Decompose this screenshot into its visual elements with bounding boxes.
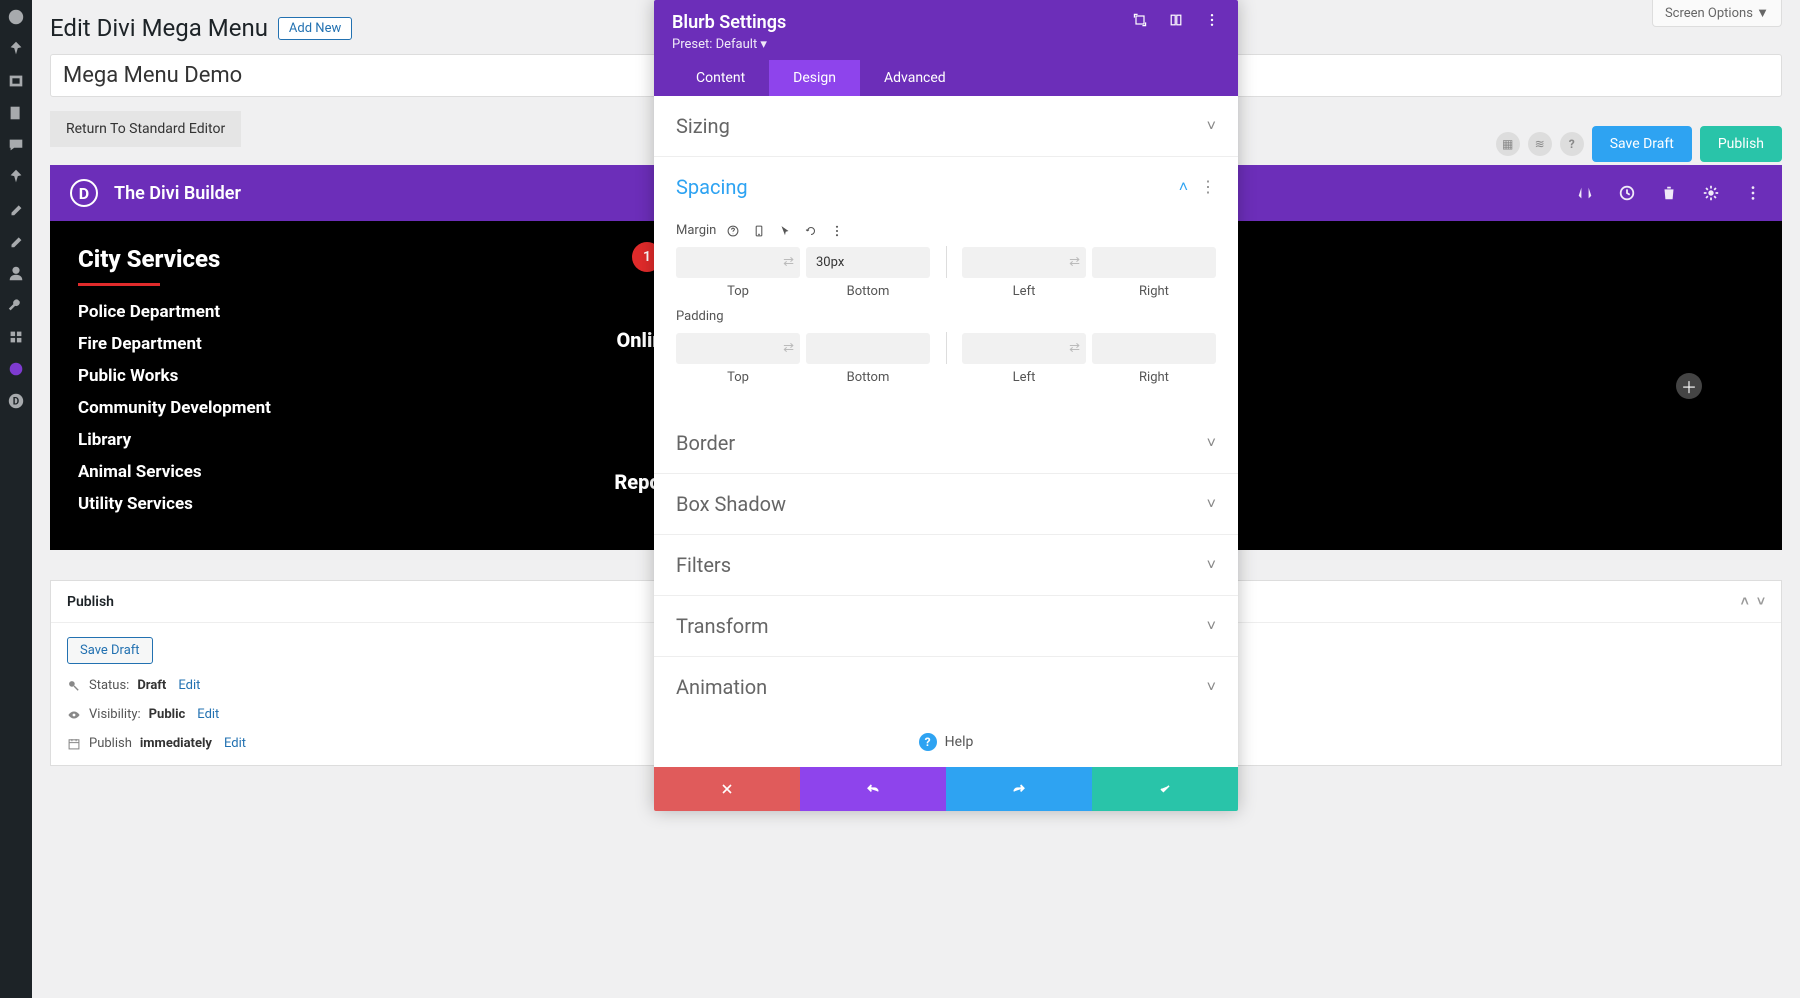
margin-left-input[interactable] — [962, 247, 1086, 278]
divi-icon[interactable] — [7, 360, 25, 378]
list-item[interactable]: Community Development — [78, 398, 302, 418]
builder-title: The Divi Builder — [114, 183, 241, 204]
padding-top-input[interactable] — [676, 333, 800, 364]
chevron-down-icon: ˅ — [1207, 555, 1216, 575]
link-icon[interactable]: ⇄ — [1069, 341, 1080, 356]
cancel-button[interactable] — [654, 767, 800, 811]
more-icon[interactable] — [1204, 12, 1220, 28]
pin-icon[interactable] — [7, 40, 25, 58]
appearance-icon[interactable] — [7, 200, 25, 218]
list-item[interactable]: Public Works — [78, 366, 302, 386]
modal-title: Blurb Settings — [672, 12, 786, 33]
help-icon[interactable]: ? — [1560, 132, 1584, 156]
pages-icon[interactable] — [7, 104, 25, 122]
help-icon: ? — [919, 733, 937, 751]
list-item[interactable]: Library — [78, 430, 302, 450]
section-box-shadow[interactable]: Box Shadow ˅ — [654, 474, 1238, 535]
reset-icon[interactable] — [804, 224, 818, 238]
list-item[interactable]: Police Department — [78, 302, 302, 322]
padding-right-input[interactable] — [1092, 333, 1216, 364]
preset-dropdown[interactable]: Preset: Default ▾ — [672, 37, 786, 52]
undo-button[interactable] — [800, 767, 946, 811]
margin-label: Margin — [676, 223, 716, 238]
link-icon[interactable]: ⇄ — [1069, 255, 1080, 270]
admin-sidebar: D — [0, 0, 32, 998]
screen-options-toggle[interactable]: Screen Options ▼ — [1652, 0, 1782, 27]
hover-icon[interactable] — [778, 224, 792, 238]
phone-icon[interactable] — [752, 224, 766, 238]
tab-content[interactable]: Content — [672, 60, 769, 96]
key-icon — [67, 679, 81, 693]
snap-icon[interactable] — [1168, 12, 1184, 28]
chevron-down-icon: ˅ — [1207, 494, 1216, 514]
page-title: Edit Divi Mega Menu — [50, 14, 268, 42]
edit-status-link[interactable]: Edit — [178, 678, 200, 693]
more-icon[interactable] — [830, 224, 844, 238]
help-icon[interactable] — [726, 224, 740, 238]
comments-icon[interactable] — [7, 136, 25, 154]
sort-icon[interactable] — [1576, 184, 1594, 202]
clock-icon[interactable] — [1618, 184, 1636, 202]
edit-schedule-link[interactable]: Edit — [224, 736, 246, 751]
chevron-down-icon: ˅ — [1207, 433, 1216, 453]
tools-icon[interactable] — [7, 296, 25, 314]
divi2-icon[interactable]: D — [7, 392, 25, 410]
plugins-icon[interactable] — [7, 232, 25, 250]
preview-heading: City Services — [78, 245, 302, 273]
section-border[interactable]: Border ˅ — [654, 413, 1238, 474]
padding-left-input[interactable] — [962, 333, 1086, 364]
section-sizing[interactable]: Sizing ˅ — [654, 96, 1238, 157]
wireframe-icon[interactable]: ▦ — [1496, 132, 1520, 156]
padding-label: Padding — [676, 309, 724, 324]
return-to-standard-editor[interactable]: Return To Standard Editor — [50, 111, 241, 147]
calendar-icon — [67, 737, 81, 751]
chevron-up-icon: ˄ — [1179, 177, 1188, 196]
section-animation[interactable]: Animation ˅ — [654, 657, 1238, 717]
list-item[interactable]: Utility Services — [78, 494, 302, 514]
section-spacing[interactable]: Spacing ˄ ⋮ — [654, 157, 1238, 217]
blurb-settings-modal: Blurb Settings Preset: Default ▾ Content… — [654, 0, 1238, 811]
svg-text:D: D — [13, 397, 19, 408]
users-icon[interactable] — [7, 264, 25, 282]
list-item[interactable]: Fire Department — [78, 334, 302, 354]
save-draft-button[interactable]: Save Draft — [1592, 126, 1692, 162]
dashboard-icon[interactable] — [7, 8, 25, 26]
media-icon[interactable] — [7, 72, 25, 90]
publish-button[interactable]: Publish — [1700, 126, 1782, 162]
pb-save-draft-button[interactable]: Save Draft — [67, 637, 153, 664]
divi-logo-icon: D — [70, 179, 98, 207]
layers-icon[interactable]: ≋ — [1528, 132, 1552, 156]
expand-icon[interactable] — [1132, 12, 1148, 28]
more-icon[interactable] — [1744, 184, 1762, 202]
tab-advanced[interactable]: Advanced — [860, 60, 970, 96]
eye-icon — [67, 708, 81, 722]
section-transform[interactable]: Transform ˅ — [654, 596, 1238, 657]
save-button[interactable] — [1092, 767, 1238, 811]
tab-design[interactable]: Design — [769, 60, 860, 96]
pin2-icon[interactable] — [7, 168, 25, 186]
trash-icon[interactable] — [1660, 184, 1678, 202]
margin-right-input[interactable] — [1092, 247, 1216, 278]
chevron-up-icon[interactable]: ˄ — [1741, 593, 1749, 610]
chevron-down-icon[interactable]: ˅ — [1757, 593, 1765, 610]
help-link[interactable]: ? Help — [654, 717, 1238, 767]
add-module-button[interactable]: ＋ — [1676, 373, 1702, 399]
link-icon[interactable]: ⇄ — [783, 255, 794, 270]
add-new-button[interactable]: Add New — [278, 17, 352, 40]
section-filters[interactable]: Filters ˅ — [654, 535, 1238, 596]
link-icon[interactable]: ⇄ — [783, 341, 794, 356]
settings-icon[interactable] — [7, 328, 25, 346]
chevron-down-icon: ˅ — [1207, 677, 1216, 697]
gear-icon[interactable] — [1702, 184, 1720, 202]
padding-bottom-input[interactable] — [806, 333, 930, 364]
margin-top-input[interactable] — [676, 247, 800, 278]
chevron-down-icon: ˅ — [1207, 116, 1216, 136]
publish-box-title: Publish — [67, 594, 114, 610]
edit-visibility-link[interactable]: Edit — [197, 707, 219, 722]
more-icon[interactable]: ⋮ — [1200, 177, 1216, 196]
chevron-down-icon: ˅ — [1207, 616, 1216, 636]
margin-bottom-input[interactable] — [806, 247, 930, 278]
list-item[interactable]: Animal Services — [78, 462, 302, 482]
redo-button[interactable] — [946, 767, 1092, 811]
